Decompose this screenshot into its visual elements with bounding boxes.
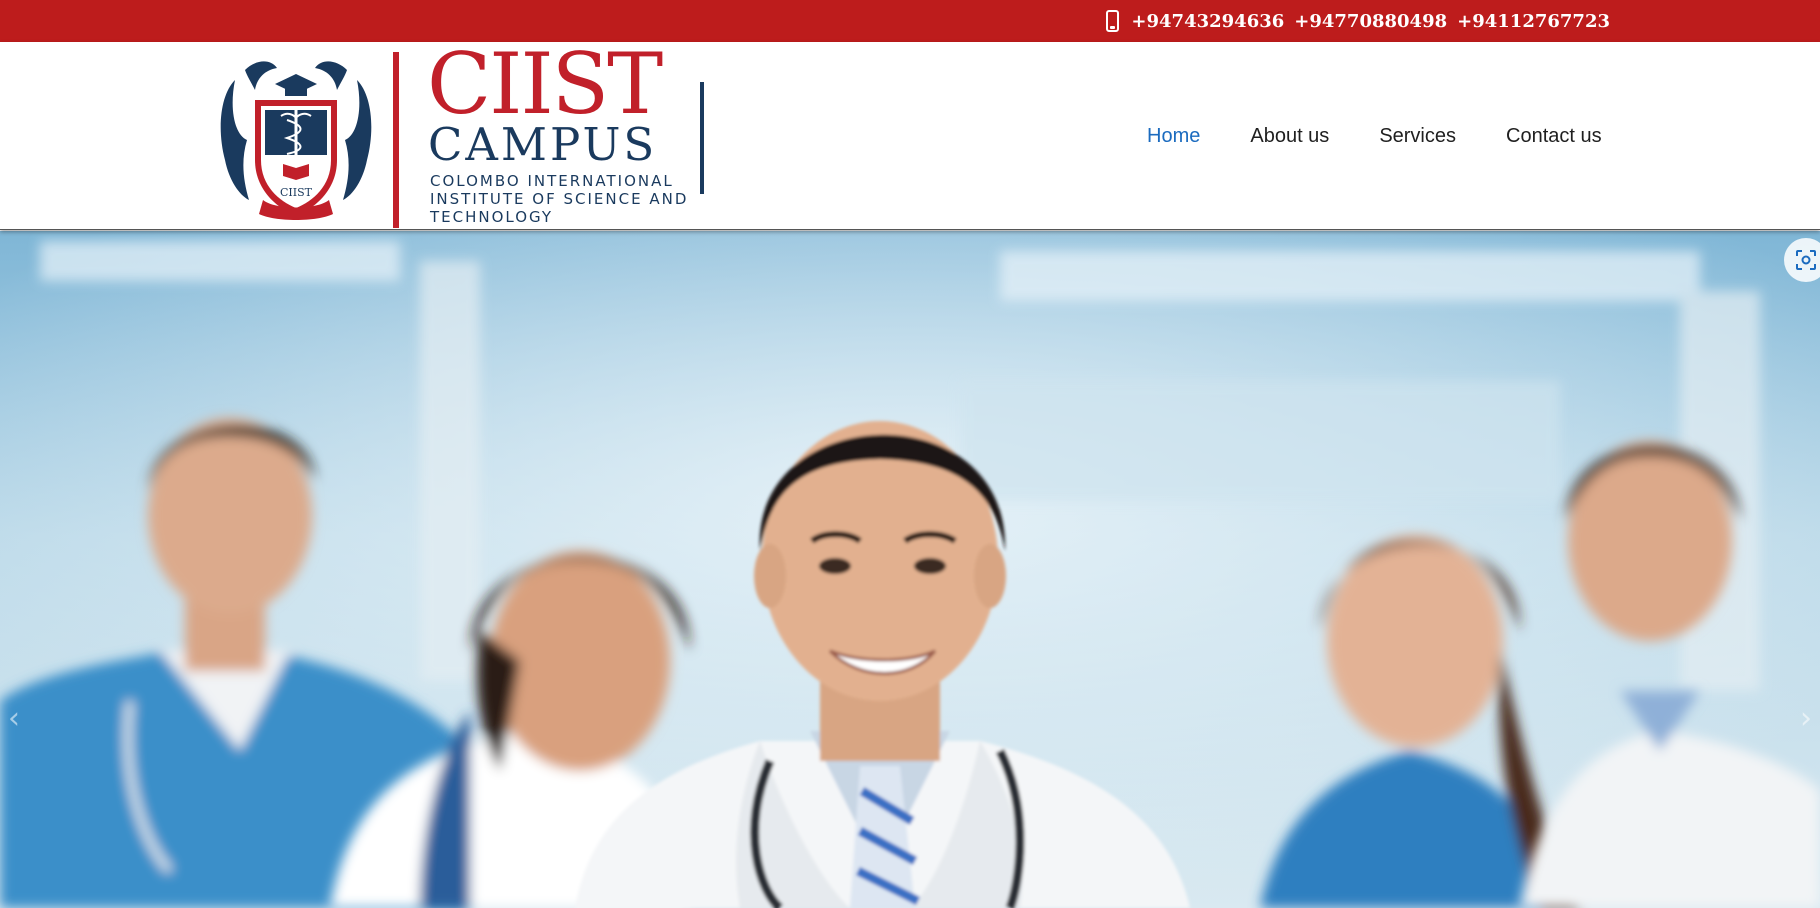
phone-numbers: +94743294636 +94770880498 +94112767723 bbox=[1106, 0, 1610, 42]
chevron-left-icon[interactable]: ‹ bbox=[8, 701, 20, 736]
nav-services[interactable]: Services bbox=[1379, 125, 1456, 148]
visual-search-button[interactable] bbox=[1784, 238, 1820, 282]
phone-number-2[interactable]: +94770880498 bbox=[1294, 11, 1447, 32]
logo-title: CIIST bbox=[427, 35, 663, 133]
logo-tagline: COLOMBO INTERNATIONAL INSTITUTE OF SCIEN… bbox=[430, 172, 689, 226]
phone-number-1[interactable]: +94743294636 bbox=[1131, 11, 1284, 32]
mobile-phone-icon bbox=[1106, 10, 1120, 32]
site-header: CIIST CIIST CAMPUS COLOMBO INTERNATIONAL… bbox=[0, 42, 1820, 230]
logo-side-bar bbox=[700, 82, 704, 194]
hero-slider: ‹ › bbox=[0, 231, 1820, 908]
site-logo[interactable]: CIIST CIIST CAMPUS COLOMBO INTERNATIONAL… bbox=[215, 42, 715, 228]
hero-image bbox=[0, 231, 1820, 908]
top-contact-bar: +94743294636 +94770880498 +94112767723 bbox=[0, 0, 1820, 42]
nav-home[interactable]: Home bbox=[1147, 125, 1200, 148]
crest-icon: CIIST bbox=[220, 61, 372, 220]
crest-text: CIIST bbox=[280, 186, 313, 199]
main-nav: Home About us Services Contact us bbox=[1147, 42, 1602, 230]
chevron-right-icon[interactable]: › bbox=[1800, 701, 1812, 736]
nav-about-us[interactable]: About us bbox=[1250, 125, 1329, 148]
phone-number-3[interactable]: +94112767723 bbox=[1457, 11, 1610, 32]
nav-contact-us[interactable]: Contact us bbox=[1506, 125, 1602, 148]
logo-divider bbox=[393, 52, 399, 228]
visual-search-icon bbox=[1796, 250, 1816, 270]
logo-subtitle: CAMPUS bbox=[428, 118, 658, 171]
